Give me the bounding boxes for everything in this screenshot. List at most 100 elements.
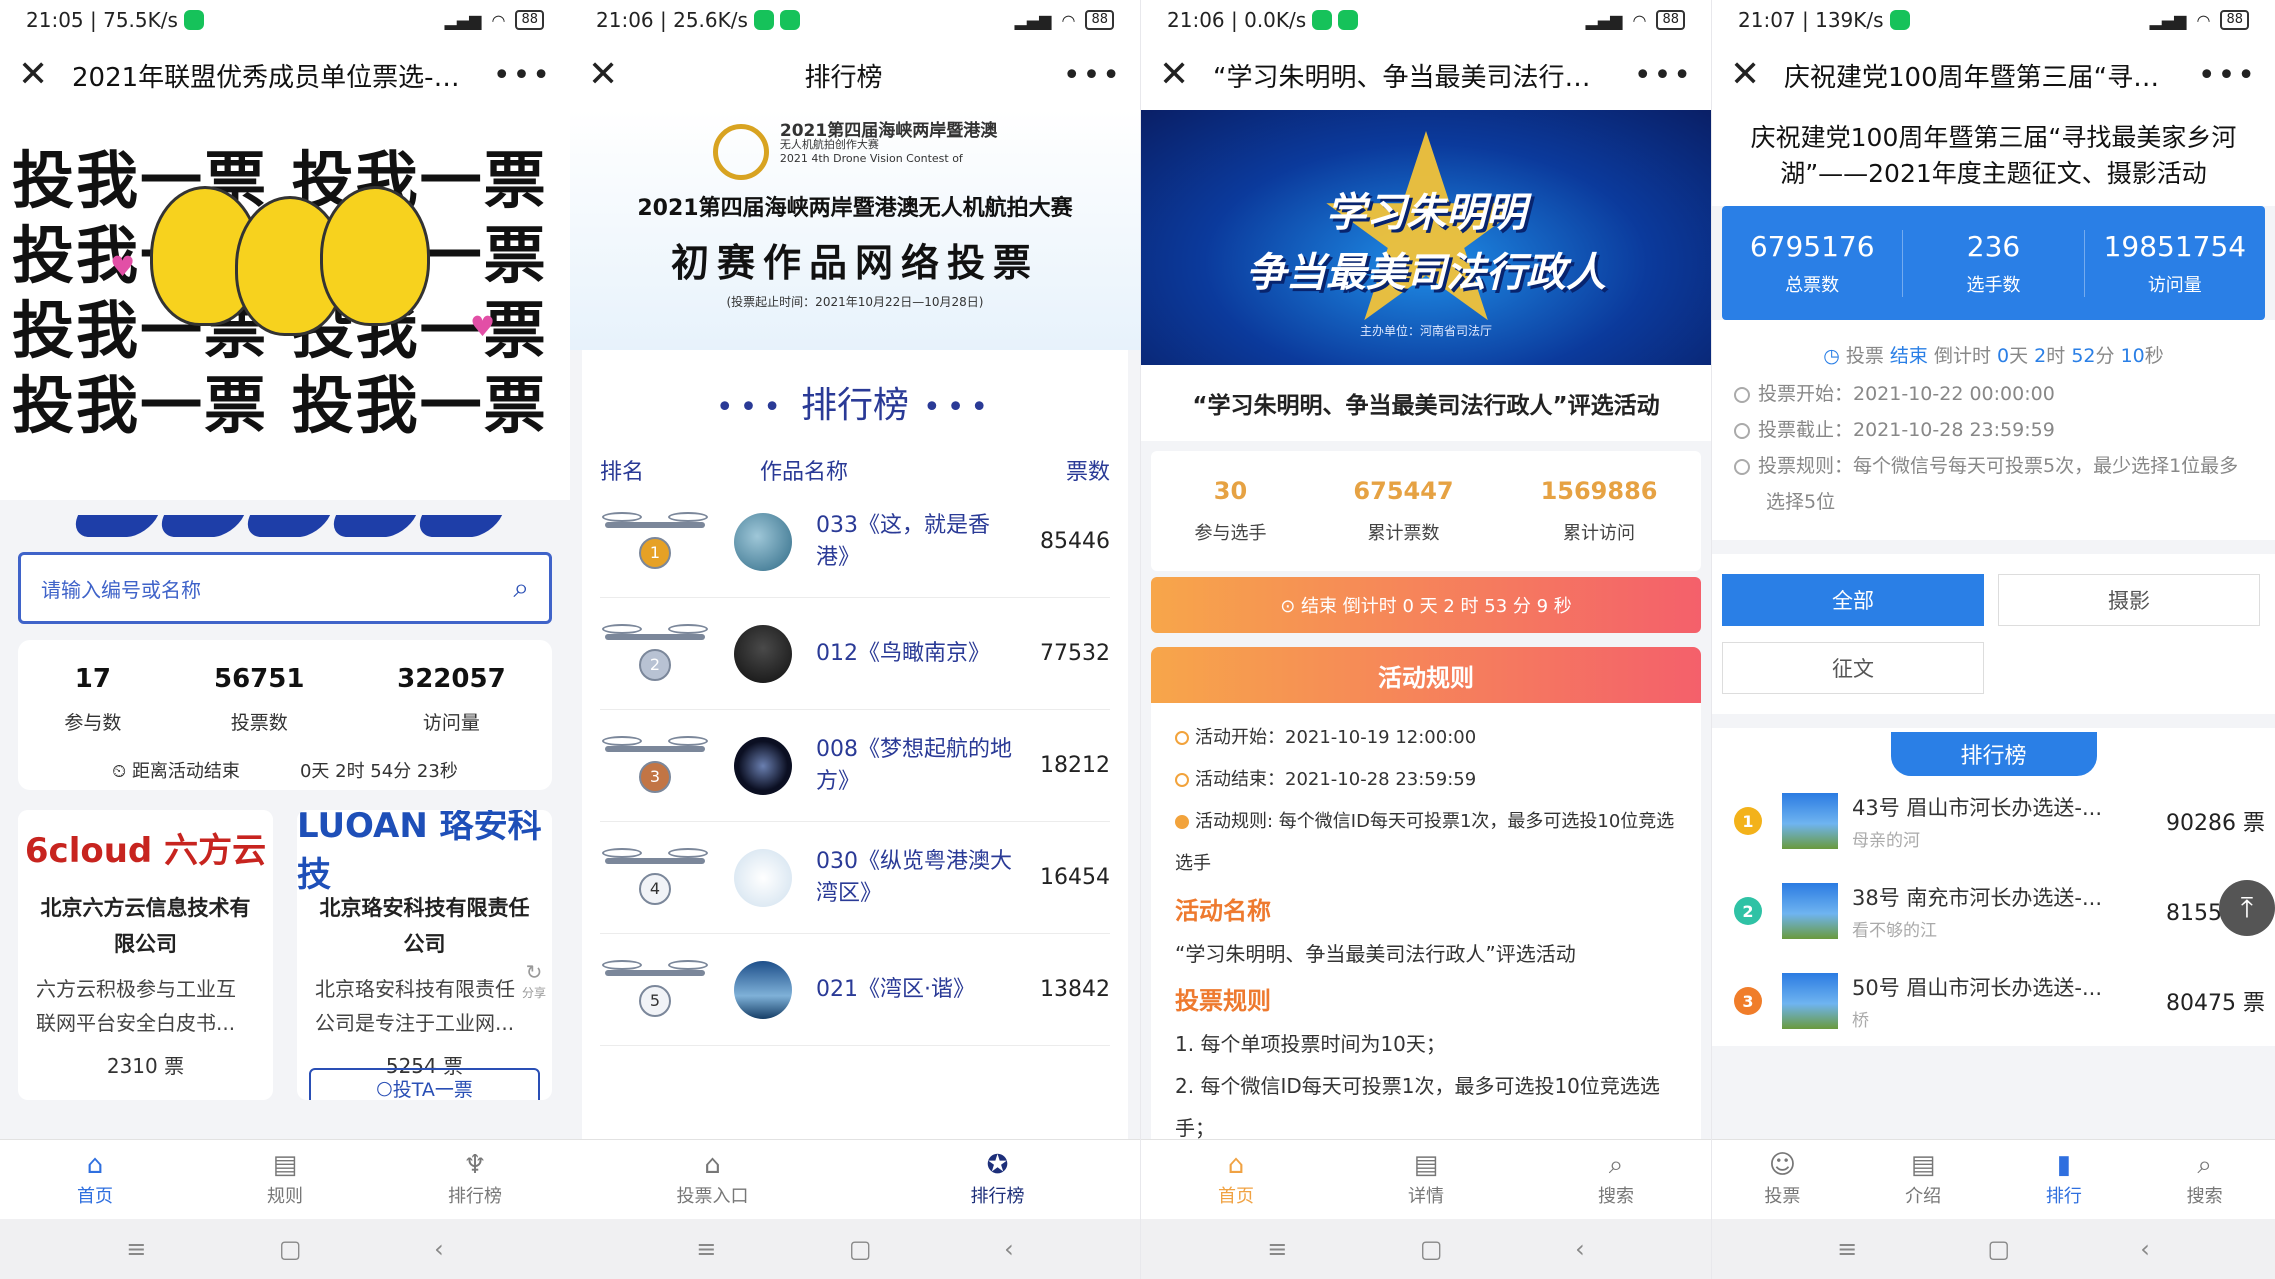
entry-subtitle: 看不够的江 xyxy=(1852,920,1937,941)
share-button[interactable]: ↻ 分享 xyxy=(522,960,546,1001)
countdown-label: 距离活动结束 xyxy=(131,761,240,782)
close-icon[interactable]: ✕ xyxy=(588,57,624,93)
page-content: 庆祝建党100周年暨第三届“寻找最美家乡河湖”——2021年度主题征文、摄影活动… xyxy=(1712,110,2275,1139)
banner: 2021第四届海峡两岸暨港澳 无人机航拍创作大赛 2021 4th Drone … xyxy=(570,110,1140,350)
card-desc: 北京珞安科技有限责任公司是专注于工业网... xyxy=(315,977,515,1035)
circle-icon: ○ xyxy=(376,1077,393,1099)
home-icon: ⌂ xyxy=(704,1149,721,1180)
vote-start: 投票开始：2021-10-22 00:00:00 xyxy=(1758,383,2055,405)
clock-icon xyxy=(1175,773,1189,787)
title-bar: ✕ “学习朱明明、争当最美司法行政人... ••• xyxy=(1141,40,1711,110)
drone-rank-icon: 3 xyxy=(600,726,710,806)
close-icon[interactable]: ✕ xyxy=(1730,57,1766,93)
company-logo: LUOAN 珞安科技 xyxy=(297,810,552,895)
list-item[interactable]: 3 50号 眉山市河长办选送-... 桥 80475 票 xyxy=(1712,956,2275,1046)
banner-organizer: 主办单位：河南省司法厅 xyxy=(1359,324,1492,338)
tab-details[interactable]: ▤ 详情 xyxy=(1331,1140,1521,1219)
work-thumbnail xyxy=(734,736,792,795)
tab-home[interactable]: ⌂ 首页 xyxy=(1141,1140,1331,1219)
wechat-icon xyxy=(779,10,800,30)
tab-bar: ⌂ 投票入口 ✪ 排行榜 xyxy=(570,1139,1140,1219)
back-icon[interactable]: ‹ xyxy=(1004,1235,1014,1263)
card-votes: 2310 票 xyxy=(106,1054,185,1078)
medal-icon: 2 xyxy=(1734,897,1762,925)
heart-icon: ♥ xyxy=(110,250,136,283)
work-name: 008《梦想起航的地方》 xyxy=(816,736,1012,794)
more-icon[interactable]: ••• xyxy=(1063,58,1122,93)
search-icon[interactable]: ⌕ xyxy=(513,571,529,605)
tab-vote[interactable]: ☺ 投票 xyxy=(1712,1140,1853,1219)
close-icon[interactable]: ✕ xyxy=(1159,57,1195,93)
tab-home[interactable]: ⌂ 首页 xyxy=(0,1140,190,1219)
work-name: 033《这，就是香港》 xyxy=(816,512,990,570)
work-votes: 18212 xyxy=(1040,753,1110,778)
home-nav-icon[interactable]: ▢ xyxy=(1987,1235,2010,1263)
tab-rules[interactable]: ▤ 规则 xyxy=(190,1140,380,1219)
screen-river-vote: 21:07 | 139K/s ▂▄▆ ◠ 88 ✕ 庆祝建党100周年暨第三届“… xyxy=(1712,0,2275,1279)
filter-essay[interactable]: 征文 xyxy=(1722,642,1984,694)
back-icon[interactable]: ‹ xyxy=(434,1235,444,1263)
tab-bar: ⌂ 首页 ▤ 规则 ♆ 排行榜 xyxy=(0,1139,570,1219)
menu-icon[interactable]: ≡ xyxy=(126,1235,146,1263)
more-icon[interactable]: ••• xyxy=(2198,58,2257,93)
back-icon[interactable]: ‹ xyxy=(2140,1235,2150,1263)
tab-vote-entry[interactable]: ⌂ 投票入口 xyxy=(570,1140,855,1219)
back-icon[interactable]: ‹ xyxy=(1575,1235,1585,1263)
tab-ranking[interactable]: ♆ 排行榜 xyxy=(380,1140,570,1219)
menu-icon[interactable]: ≡ xyxy=(1267,1235,1287,1263)
page-title: 庆祝建党100周年暨第三届“寻找最... xyxy=(1784,62,2198,93)
system-nav: ≡ ▢ ‹ xyxy=(1712,1219,2275,1279)
title-bar: ✕ 排行榜 ••• xyxy=(570,40,1140,110)
title-bar: ✕ 2021年联盟优秀成员单位票选-工... ••• xyxy=(0,40,570,110)
countdown-value: 0天 2时 54分 23秒 xyxy=(299,761,458,782)
trophy-icon: ♆ xyxy=(463,1149,487,1180)
more-icon[interactable]: ••• xyxy=(493,58,552,93)
status-bar: 21:07 | 139K/s ▂▄▆ ◠ 88 xyxy=(1712,0,2275,40)
vote-rule: 1. 每个单项投票时间为10天； xyxy=(1175,1032,1446,1056)
candidate-card[interactable]: LUOAN 珞安科技 北京珞安科技有限责任公司 北京珞安科技有限责任公司是专注于… xyxy=(297,810,552,1100)
more-icon[interactable]: ••• xyxy=(1634,58,1693,93)
vote-button[interactable]: ○ 投TA一票 xyxy=(309,1068,540,1100)
work-thumbnail xyxy=(734,624,792,683)
back-to-top-button[interactable]: ⤒ xyxy=(2219,880,2275,936)
table-row[interactable]: 1 033《这，就是香港》 85446 xyxy=(600,486,1110,598)
close-icon[interactable]: ✕ xyxy=(18,57,54,93)
search-icon: ⌕ xyxy=(2197,1149,2212,1180)
tab-ranking[interactable]: ✪ 排行榜 xyxy=(855,1140,1140,1219)
tab-intro[interactable]: ▤ 介绍 xyxy=(1853,1140,1994,1219)
screen-drone-ranking: 21:06 | 25.6K/s ▂▄▆ ◠ 88 ✕ 排行榜 ••• 2021第… xyxy=(570,0,1140,1279)
stat-votes: 675447 累计票数 xyxy=(1353,477,1454,544)
filter-photo[interactable]: 摄影 xyxy=(1998,574,2260,626)
table-row[interactable]: 2 012《鸟瞰南京》 77532 xyxy=(600,598,1110,710)
table-row[interactable]: 3 008《梦想起航的地方》 18212 xyxy=(600,710,1110,822)
search-input[interactable]: 请输入编号或名称 ⌕ xyxy=(18,552,552,624)
tab-search[interactable]: ⌕ 搜索 xyxy=(2134,1140,2275,1219)
signal-icon: ▂▄▆ xyxy=(444,10,482,30)
page-title: 2021年联盟优秀成员单位票选-工... xyxy=(72,62,485,93)
tab-bar: ⌂ 首页 ▤ 详情 ⌕ 搜索 xyxy=(1141,1139,1711,1219)
list-item[interactable]: 1 43号 眉山市河长办选送-... 母亲的河 90286 票 xyxy=(1712,776,2275,866)
menu-icon[interactable]: ≡ xyxy=(696,1235,716,1263)
filter-all[interactable]: 全部 xyxy=(1722,574,1984,626)
candidate-card[interactable]: 6cloud 六方云 北京六方云信息技术有限公司 六方云积极参与工业互联网平台安… xyxy=(18,810,273,1100)
menu-icon[interactable]: ≡ xyxy=(1837,1235,1857,1263)
home-nav-icon[interactable]: ▢ xyxy=(1420,1235,1443,1263)
home-nav-icon[interactable]: ▢ xyxy=(279,1235,302,1263)
home-nav-icon[interactable]: ▢ xyxy=(849,1235,872,1263)
countdown: ⏲ 距离活动结束 0天 2时 54分 23秒 xyxy=(18,757,552,783)
work-votes: 85446 xyxy=(1040,529,1110,554)
status-icons: ▂▄▆ ◠ 88 xyxy=(1015,10,1114,30)
status-time: 21:06 | 0.0K/s xyxy=(1167,8,1307,32)
stat-participants: 17 参与数 xyxy=(64,664,122,734)
tab-ranking[interactable]: ▮ 排行 xyxy=(1994,1140,2135,1219)
screen-union-vote: 21:05 | 75.5K/s ▂▄▆ ◠ 88 ✕ 2021年联盟优秀成员单位… xyxy=(0,0,570,1279)
page-content: 2021第四届海峡两岸暨港澳 无人机航拍创作大赛 2021 4th Drone … xyxy=(570,110,1140,1139)
list-item[interactable]: 2 38号 南充市河长办选送-... 看不够的江 81556 票 xyxy=(1712,866,2275,956)
table-row[interactable]: 5 021《湾区·谐》 13842 xyxy=(600,934,1110,1046)
drone-rank-icon: 1 xyxy=(600,502,710,582)
table-row[interactable]: 4 030《纵览粤港澳大湾区》 16454 xyxy=(600,822,1110,934)
entry-votes: 90286 票 xyxy=(2166,811,2265,836)
stats-panel: 6795176 总票数 236 选手数 19851754 访问量 xyxy=(1722,206,2265,320)
tab-search[interactable]: ⌕ 搜索 xyxy=(1521,1140,1711,1219)
vote-period: (投票起止时间：2021年10月22日—10月28日) xyxy=(726,295,984,309)
